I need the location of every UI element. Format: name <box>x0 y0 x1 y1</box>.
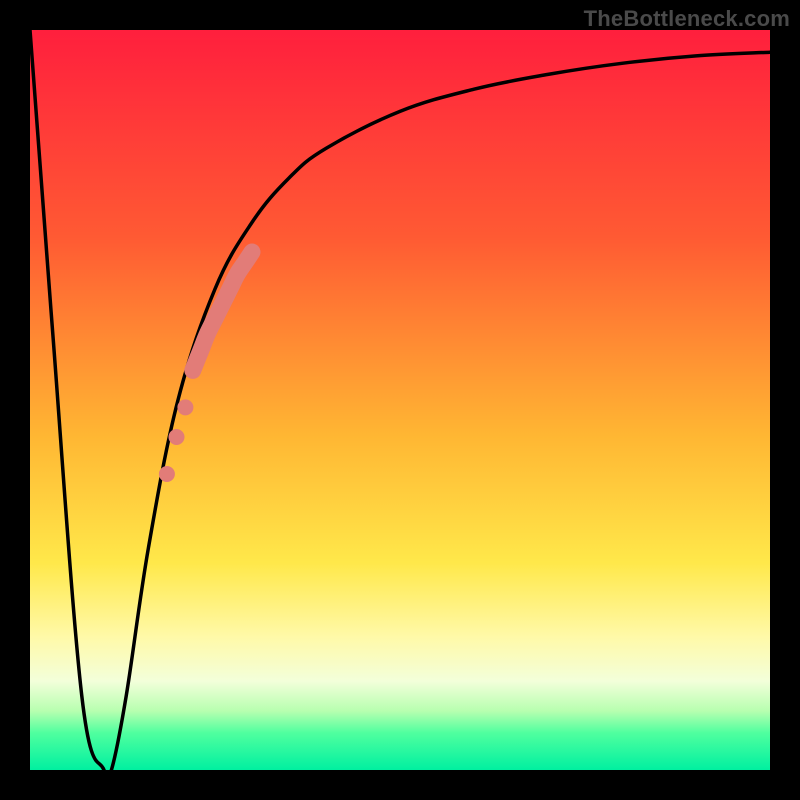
data-dot <box>169 429 185 445</box>
chart-frame: TheBottleneck.com <box>0 0 800 800</box>
chart-svg <box>30 30 770 770</box>
data-dot <box>177 399 193 415</box>
data-dot <box>159 466 175 482</box>
watermark-text: TheBottleneck.com <box>584 6 790 32</box>
plot-area <box>30 30 770 770</box>
curve-path <box>30 30 770 770</box>
